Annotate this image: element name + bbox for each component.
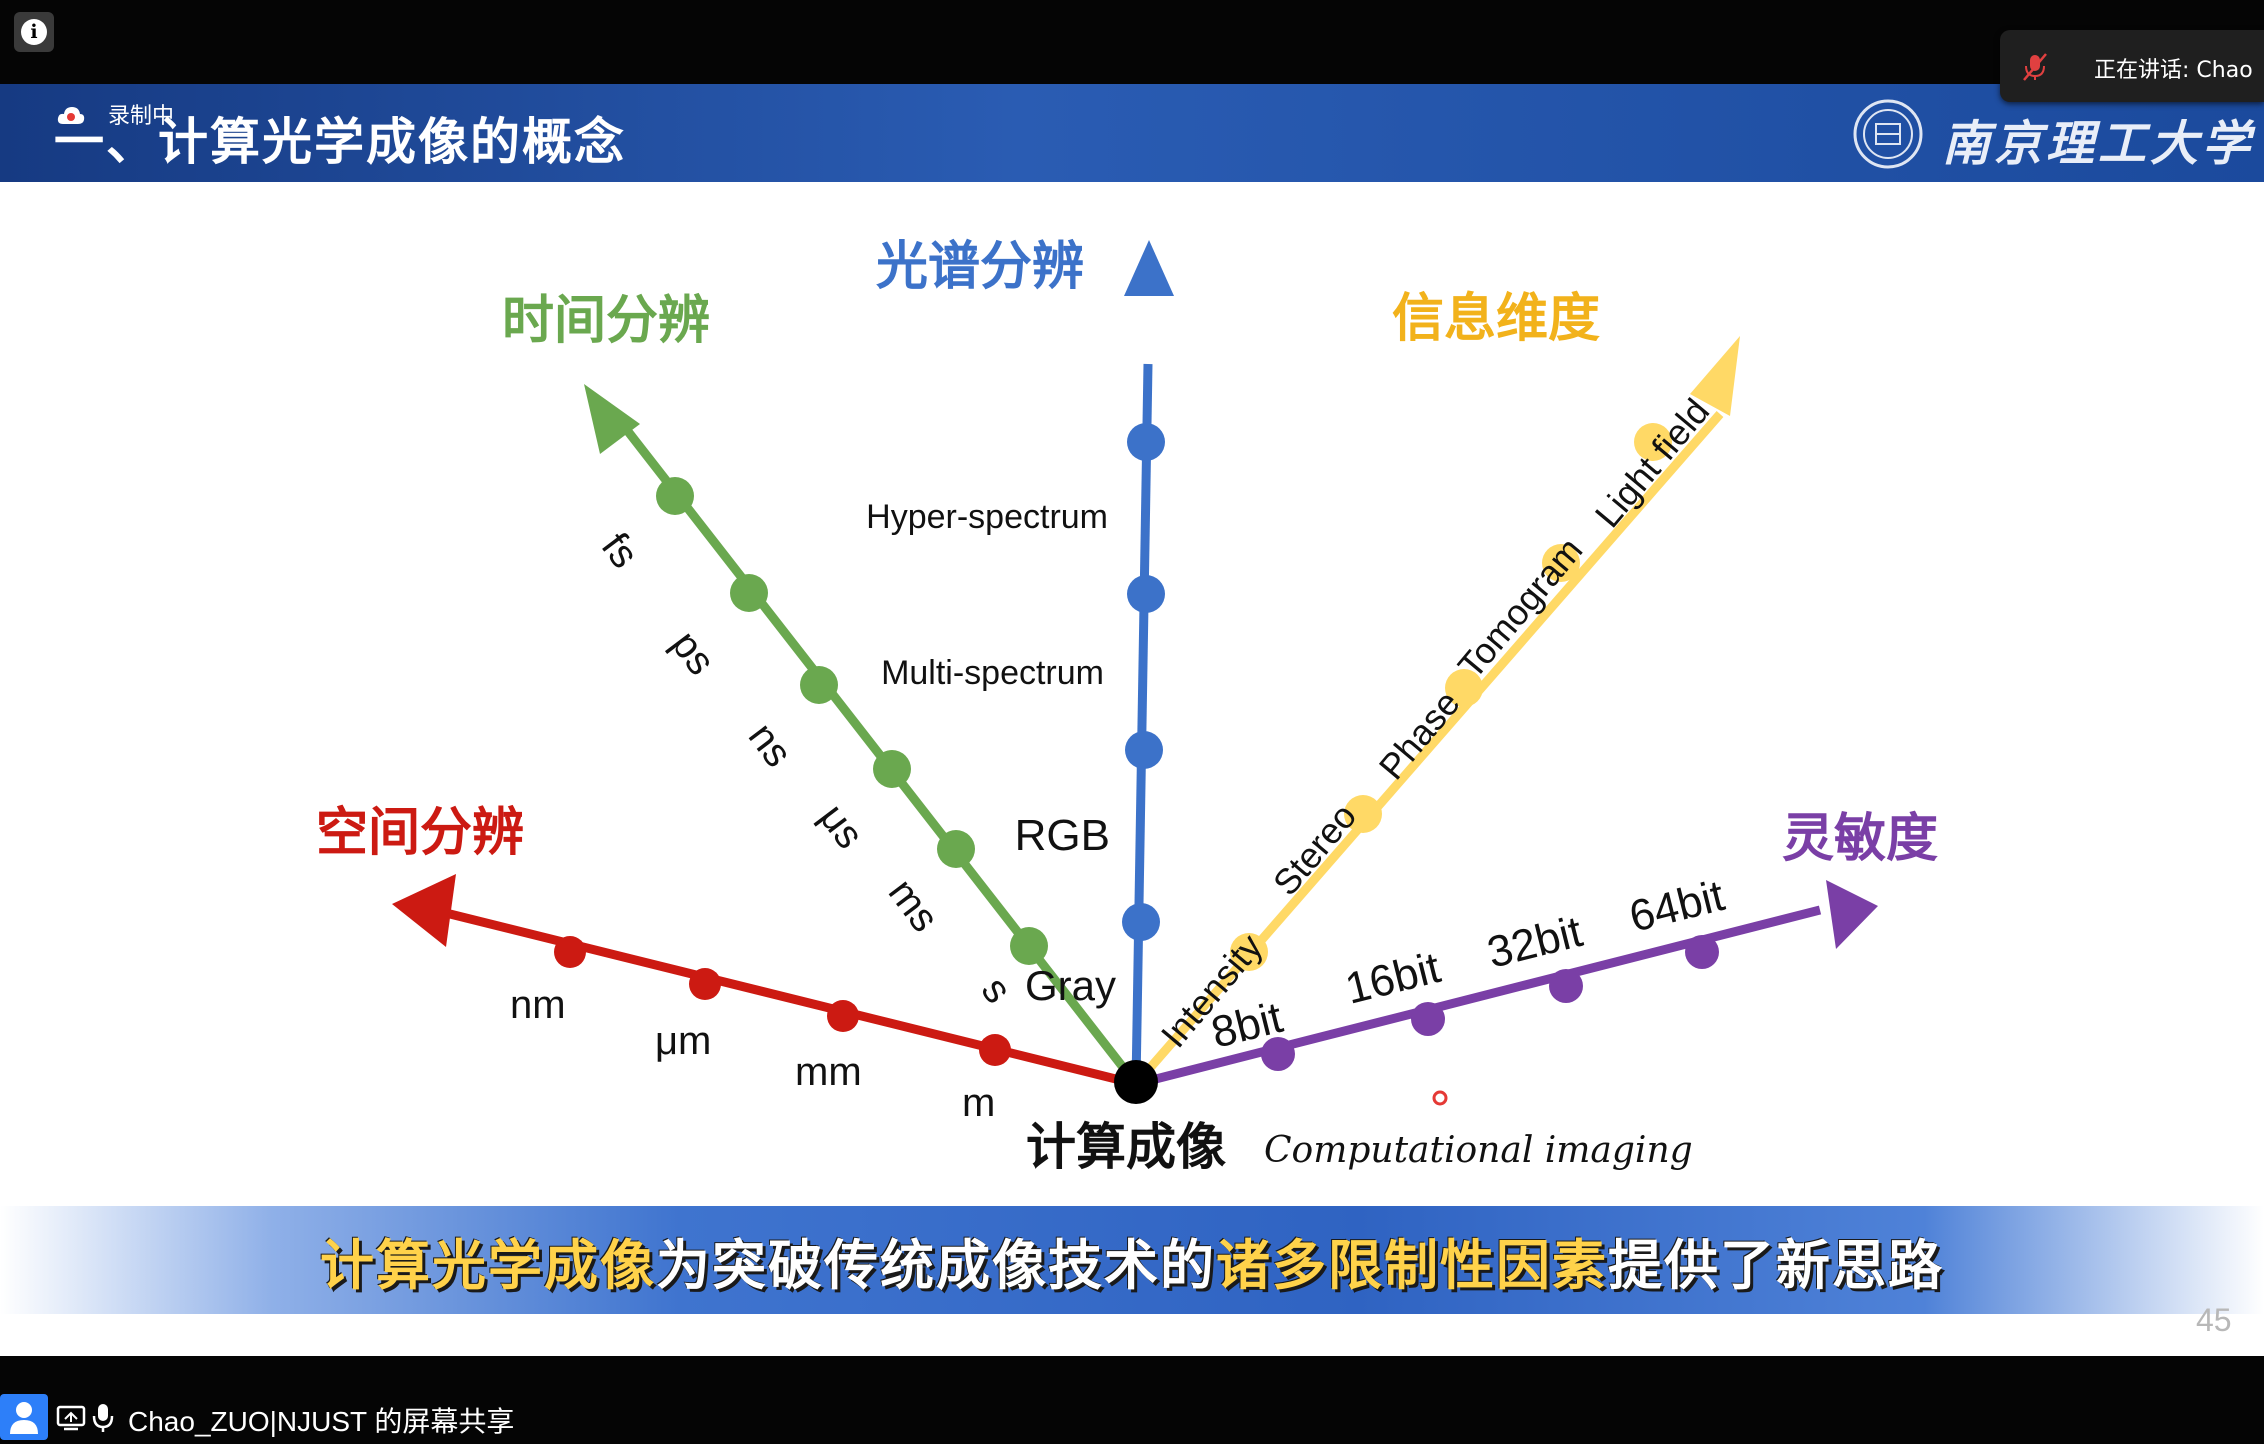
user-avatar-button[interactable] [0, 1394, 48, 1440]
spectral-label-rgb: RGB [1015, 811, 1110, 860]
temporal-arrow-head [584, 384, 640, 454]
temporal-label-ps: ps [663, 623, 724, 683]
meeting-top-bar: i [0, 0, 2264, 84]
spatial-tick-mm [827, 1000, 859, 1032]
information-title: 信息维度 [1392, 289, 1600, 349]
page-number: 45 [2196, 1302, 2232, 1338]
banner-highlight-1: 计算光学成像 [320, 1233, 656, 1297]
spectral-tick-rgb [1125, 731, 1163, 769]
temporal-tick-us [873, 750, 911, 788]
sens-tick-16bit [1411, 1002, 1445, 1036]
spatial-label-um: μm [655, 1019, 711, 1063]
origin-point [1114, 1060, 1158, 1104]
spatial-title: 空间分辨 [316, 803, 524, 863]
temporal-label-ms: ms [880, 871, 947, 940]
info-label-stereo: Stereo [1265, 796, 1365, 904]
spatial-tick-m [979, 1034, 1011, 1066]
spectral-arrow-head [1124, 240, 1174, 296]
spatial-label-nm: nm [510, 983, 566, 1027]
temporal-tick-ps [730, 574, 768, 612]
sensitivity-arrow-head [1826, 880, 1878, 949]
spectral-tick-multi [1127, 575, 1165, 613]
microphone-icon[interactable] [92, 1402, 114, 1434]
spectral-tick-hyper [1127, 423, 1165, 461]
sens-label-32bit: 32bit [1483, 907, 1587, 978]
spatial-arrow-head [392, 874, 456, 947]
info-button[interactable]: i [14, 12, 54, 52]
sens-tick-64bit [1685, 935, 1719, 969]
temporal-tick-fs [656, 477, 694, 515]
banner-text-2: 提供了新思路 [1608, 1233, 1944, 1297]
spectral-label-multi: Multi-spectrum [881, 654, 1104, 692]
user-icon [10, 1402, 38, 1434]
sens-tick-32bit [1549, 969, 1583, 1003]
spectral-label-gray: Gray [1025, 962, 1116, 1009]
info-icon: i [21, 19, 47, 45]
sens-label-64bit: 64bit [1625, 871, 1729, 942]
imaging-dimensions-diagram: 空间分辨 时间分辨 光谱分辨 信息维度 灵敏度 m mm μm nm s ms … [316, 237, 1938, 1176]
banner-text-1: 为突破传统成像技术的 [656, 1233, 1216, 1297]
spatial-label-mm: mm [795, 1050, 862, 1094]
temporal-label-fs: fs [593, 525, 647, 576]
screen-share-icon[interactable] [56, 1404, 86, 1432]
temporal-tick-ns [800, 666, 838, 704]
spatial-label-m: m [962, 1081, 995, 1125]
spatial-tick-nm [554, 936, 586, 968]
center-label-english: Computational imaging [1264, 1130, 1693, 1171]
info-label-lightfield: Light field [1587, 391, 1717, 535]
temporal-tick-ms [937, 830, 975, 868]
screen-share-label: Chao_ZUO|NJUST 的屏幕共享 [128, 1406, 515, 1437]
temporal-title: 时间分辨 [502, 291, 710, 351]
laser-pointer-icon [1432, 1090, 1448, 1106]
spectral-title: 光谱分辨 [876, 237, 1084, 297]
mic-muted-icon [2023, 53, 2047, 81]
sensitivity-title: 灵敏度 [1782, 809, 1938, 869]
shared-slide: 录制中 一、计算光学成像的概念 南京理工大学 空间分辨 时间分辨 光谱分辨 信息… [0, 84, 2264, 1356]
spectral-label-hyper: Hyper-spectrum [866, 498, 1108, 536]
active-speaker-indicator: 正在讲话: Chao [2000, 30, 2264, 102]
temporal-label-s: s [973, 969, 1020, 1011]
spectral-tick-gray [1122, 903, 1160, 941]
sensitivity-axis [1134, 880, 1878, 1089]
speaker-label: 正在讲话: Chao [2094, 58, 2253, 83]
temporal-tick-s [1010, 927, 1048, 965]
meeting-bottom-bar: Chao_ZUO|NJUST 的屏幕共享 [0, 1356, 2264, 1444]
spectral-axis [1122, 240, 1174, 1085]
info-label-tomogram: Tomogram [1450, 530, 1591, 687]
center-label: 计算成像 [1026, 1118, 1226, 1176]
info-label-phase: Phase [1371, 683, 1468, 788]
temporal-label-us: μs [811, 796, 872, 857]
spatial-tick-um [689, 968, 721, 1000]
temporal-label-ns: ns [740, 715, 801, 775]
summary-banner: 计算光学成像 为突破传统成像技术的 诸多限制性因素 提供了新思路 [0, 1206, 2264, 1314]
banner-highlight-2: 诸多限制性因素 [1216, 1233, 1608, 1297]
summary-text: 计算光学成像 为突破传统成像技术的 诸多限制性因素 提供了新思路 [0, 1206, 2264, 1314]
